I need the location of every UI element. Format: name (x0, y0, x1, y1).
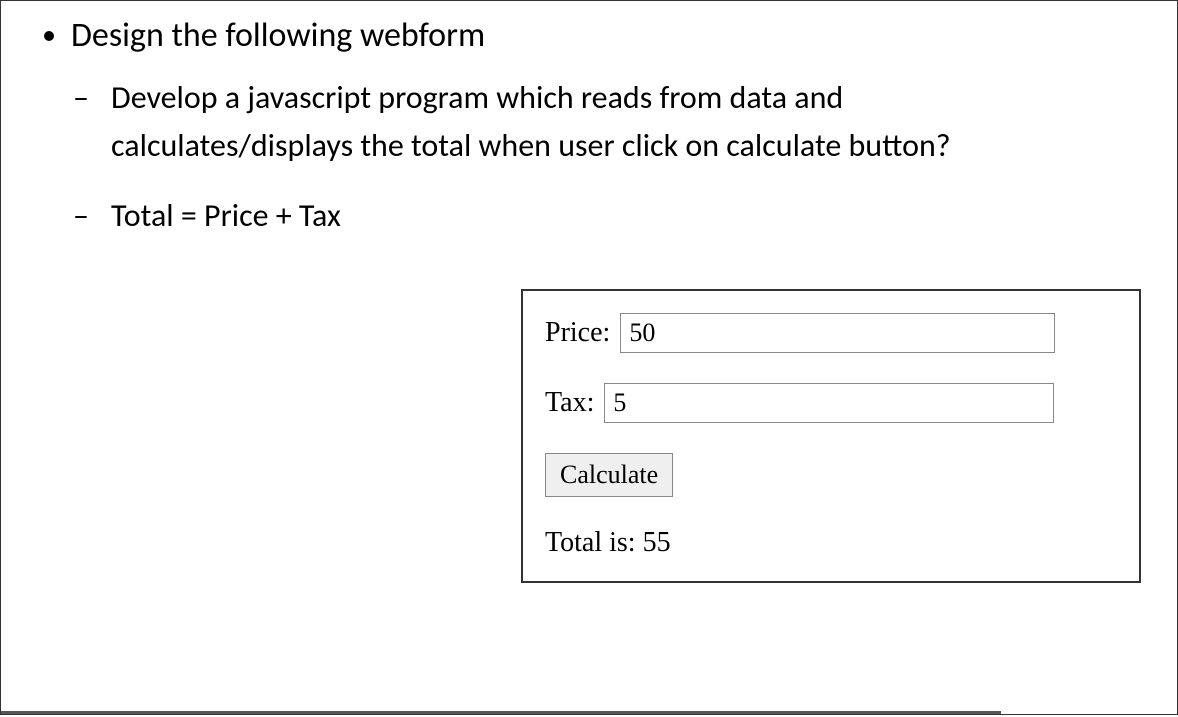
main-bullet-text: Design the following webform (71, 15, 485, 56)
result-label: Total is: (545, 527, 636, 558)
main-bullet-list: Design the following webform Develop a j… (41, 15, 1157, 240)
main-bullet-item: Design the following webform Develop a j… (71, 15, 1157, 240)
slide-container: Design the following webform Develop a j… (0, 0, 1178, 715)
sub-bullet-item-1: Develop a javascript program which reads… (111, 74, 1011, 170)
price-input[interactable] (620, 313, 1055, 353)
bottom-divider (1, 711, 1001, 714)
sub-bullet-list: Develop a javascript program which reads… (71, 74, 1157, 240)
sub-bullet-item-2: Total = Price + Tax (111, 192, 1157, 240)
price-row: Price: (545, 313, 1117, 353)
sub-bullet-2-text: Total = Price + Tax (111, 196, 341, 235)
result-row: Total is: 55 (545, 527, 1117, 559)
tax-label: Tax: (545, 387, 594, 419)
calculate-button[interactable]: Calculate (545, 453, 673, 497)
result-value: 55 (643, 527, 671, 558)
tax-row: Tax: (545, 383, 1117, 423)
price-label: Price: (545, 317, 610, 349)
tax-input[interactable] (604, 383, 1054, 423)
sub-bullet-1-text: Develop a javascript program which reads… (111, 78, 951, 165)
webform-box: Price: Tax: Calculate Total is: 55 (521, 289, 1141, 583)
